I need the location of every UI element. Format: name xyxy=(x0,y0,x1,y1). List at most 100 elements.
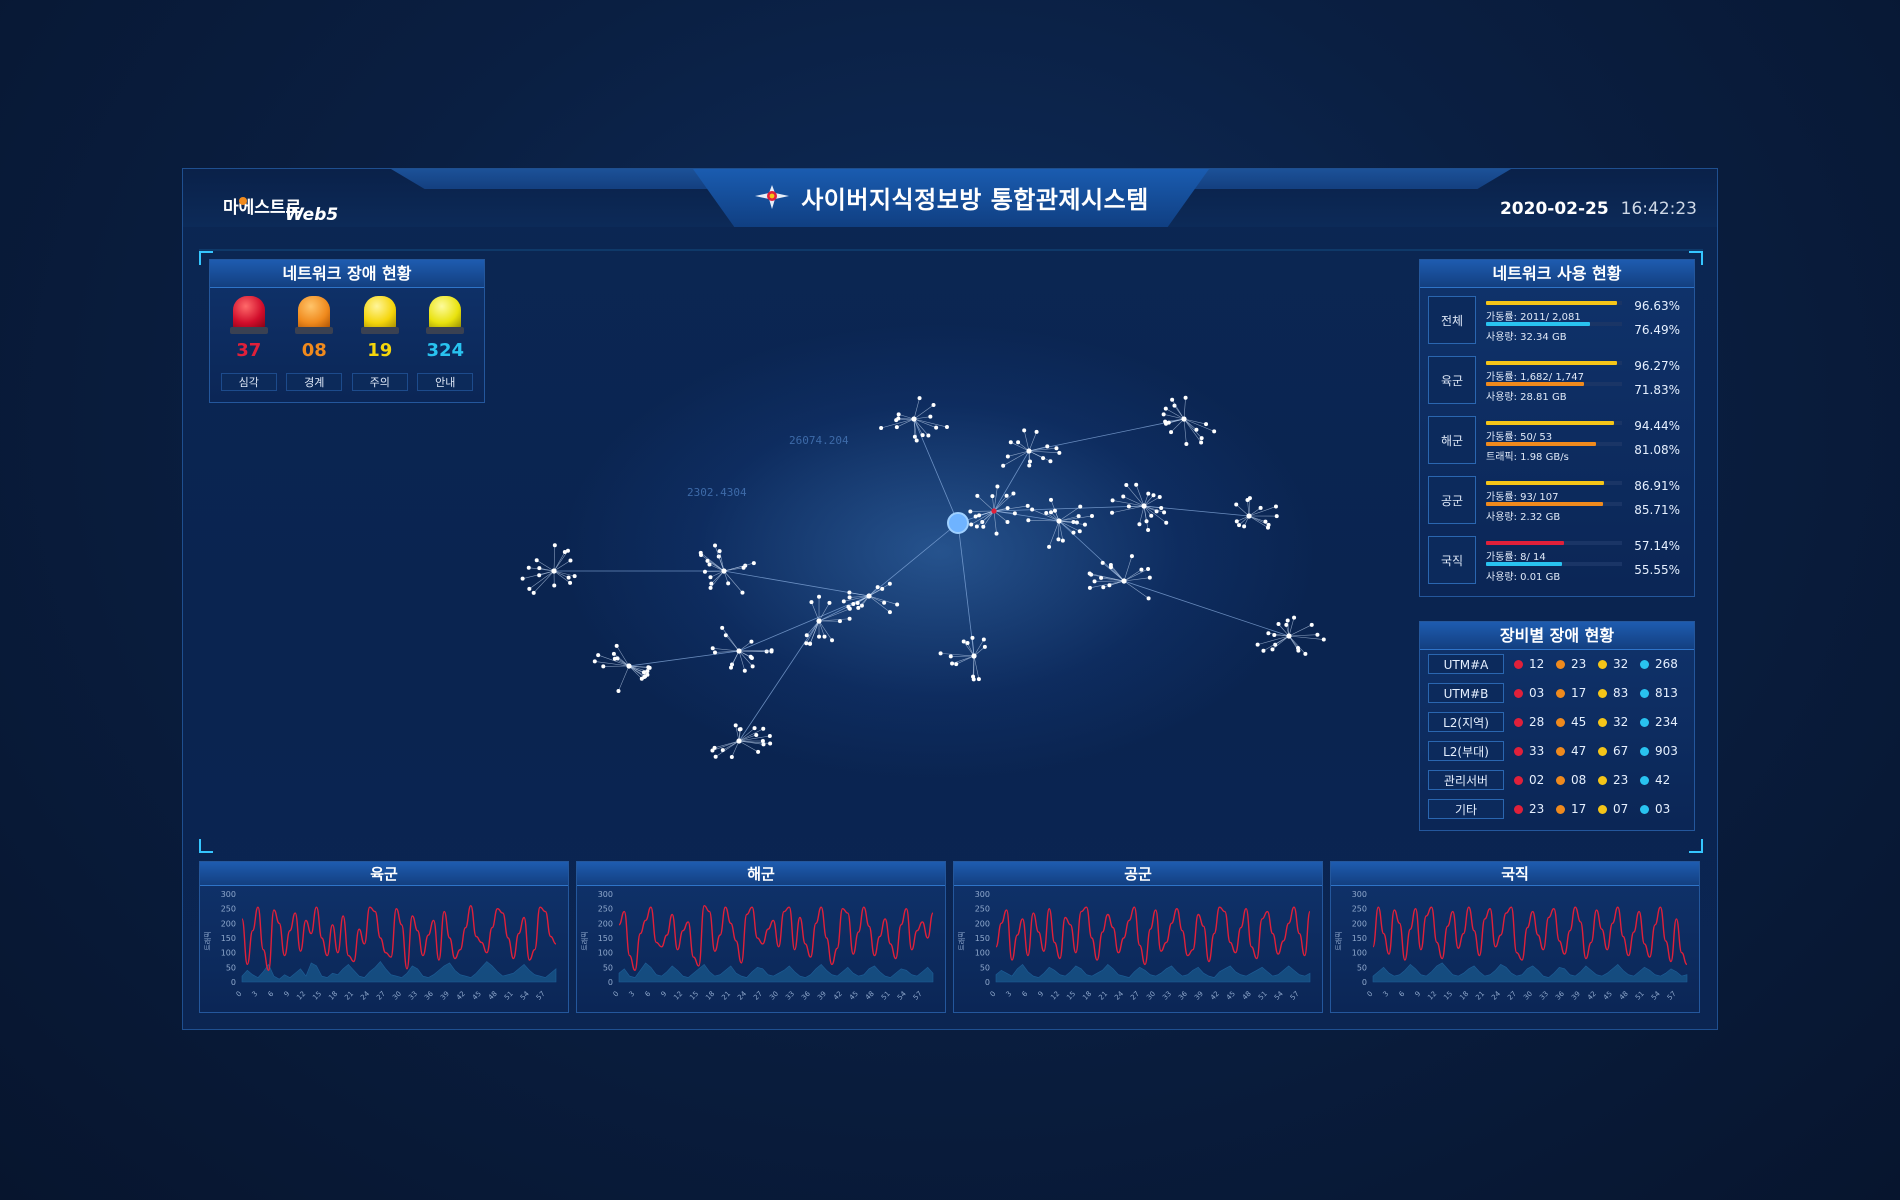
network-node[interactable] xyxy=(1274,514,1279,519)
hub-node[interactable] xyxy=(1181,416,1187,422)
network-node[interactable] xyxy=(1005,454,1010,459)
network-node[interactable] xyxy=(1071,530,1076,535)
node-cluster[interactable] xyxy=(1161,395,1217,447)
network-node[interactable] xyxy=(1169,430,1174,435)
network-node[interactable] xyxy=(760,739,765,744)
network-node[interactable] xyxy=(830,638,835,643)
network-node[interactable] xyxy=(1028,459,1033,464)
network-node[interactable] xyxy=(749,655,754,660)
network-node[interactable] xyxy=(1005,506,1010,511)
network-node[interactable] xyxy=(568,580,573,585)
network-node[interactable] xyxy=(1170,397,1175,402)
network-node[interactable] xyxy=(1025,503,1030,508)
network-node[interactable] xyxy=(1134,482,1139,487)
hub-node[interactable] xyxy=(1056,518,1062,524)
network-node[interactable] xyxy=(1144,519,1149,524)
network-node[interactable] xyxy=(1057,450,1062,455)
network-node[interactable] xyxy=(552,583,557,588)
hub-node[interactable] xyxy=(1141,503,1147,509)
network-node[interactable] xyxy=(728,665,733,670)
network-node[interactable] xyxy=(1147,575,1152,580)
network-node[interactable] xyxy=(717,549,722,554)
network-node[interactable] xyxy=(750,664,755,669)
usage-row[interactable]: 공군 가동률: 93/ 107 86.91% 사용량: 2.32 GB 85.71% xyxy=(1420,468,1694,528)
network-node[interactable] xyxy=(643,674,648,679)
alarm-warning[interactable]: 08 경계 xyxy=(284,296,344,391)
network-node[interactable] xyxy=(1001,463,1006,468)
hub-node[interactable] xyxy=(626,663,632,669)
hub-node[interactable] xyxy=(911,416,917,422)
network-node[interactable] xyxy=(729,754,734,759)
usage-row[interactable]: 국직 가동률: 8/ 14 57.14% 사용량: 0.01 GB 55.55% xyxy=(1420,528,1694,588)
network-node[interactable] xyxy=(895,602,900,607)
network-node[interactable] xyxy=(847,616,852,621)
node-cluster[interactable] xyxy=(1026,497,1094,549)
network-node[interactable] xyxy=(749,639,754,644)
network-node[interactable] xyxy=(712,650,717,655)
network-node[interactable] xyxy=(1146,566,1151,571)
network-node[interactable] xyxy=(1048,497,1053,502)
network-node[interactable] xyxy=(1101,585,1106,590)
hub-node[interactable] xyxy=(1121,578,1127,584)
network-node[interactable] xyxy=(1004,493,1009,498)
network-node[interactable] xyxy=(601,664,606,669)
network-node[interactable] xyxy=(914,438,919,443)
network-node[interactable] xyxy=(847,595,852,600)
network-node[interactable] xyxy=(1273,504,1278,509)
network-node[interactable] xyxy=(1087,571,1092,576)
network-node[interactable] xyxy=(611,651,616,656)
network-node[interactable] xyxy=(856,605,861,610)
network-node[interactable] xyxy=(720,748,725,753)
hub-node[interactable] xyxy=(991,508,997,514)
network-node[interactable] xyxy=(1110,498,1115,503)
network-node[interactable] xyxy=(1016,440,1021,445)
network-node[interactable] xyxy=(740,590,745,595)
network-node[interactable] xyxy=(1309,622,1314,627)
node-cluster[interactable] xyxy=(1110,482,1169,533)
network-node[interactable] xyxy=(1124,482,1129,487)
network-node[interactable] xyxy=(804,633,809,638)
network-node[interactable] xyxy=(1199,436,1204,441)
network-node[interactable] xyxy=(1266,631,1271,636)
network-node[interactable] xyxy=(534,558,539,563)
network-node[interactable] xyxy=(976,677,981,682)
network-node[interactable] xyxy=(1161,412,1166,417)
network-node[interactable] xyxy=(699,552,704,557)
network-node[interactable] xyxy=(961,639,966,644)
network-node[interactable] xyxy=(1108,565,1113,570)
network-node[interactable] xyxy=(741,565,746,570)
network-node[interactable] xyxy=(710,646,715,651)
network-node[interactable] xyxy=(756,749,761,754)
network-node[interactable] xyxy=(742,668,747,673)
network-node[interactable] xyxy=(1194,427,1199,432)
network-node[interactable] xyxy=(970,635,975,640)
network-node[interactable] xyxy=(920,433,925,438)
network-node[interactable] xyxy=(1151,493,1156,498)
network-node[interactable] xyxy=(847,590,852,595)
node-cluster[interactable] xyxy=(1001,428,1062,468)
network-node[interactable] xyxy=(974,524,979,529)
network-node[interactable] xyxy=(1034,429,1039,434)
network-node[interactable] xyxy=(526,565,531,570)
network-node[interactable] xyxy=(887,610,892,615)
network-node[interactable] xyxy=(982,644,987,649)
network-node[interactable] xyxy=(646,665,651,670)
network-node[interactable] xyxy=(1044,510,1049,515)
network-node[interactable] xyxy=(616,688,621,693)
network-node[interactable] xyxy=(882,600,887,605)
network-node[interactable] xyxy=(1146,491,1151,496)
network-node[interactable] xyxy=(527,586,532,591)
equipment-row[interactable]: L2(부대) 33 47 67 903 xyxy=(1420,737,1694,766)
network-node[interactable] xyxy=(1258,505,1263,510)
network-node[interactable] xyxy=(1089,513,1094,518)
network-node[interactable] xyxy=(804,641,809,646)
network-node[interactable] xyxy=(537,573,542,578)
network-node[interactable] xyxy=(572,574,577,579)
alarm-info[interactable]: 324 안내 xyxy=(415,296,475,391)
network-node[interactable] xyxy=(754,732,759,737)
network-node[interactable] xyxy=(738,727,743,732)
network-node[interactable] xyxy=(520,576,525,581)
network-node[interactable] xyxy=(994,531,999,536)
network-node[interactable] xyxy=(1026,518,1031,523)
node-cluster[interactable] xyxy=(698,543,756,595)
